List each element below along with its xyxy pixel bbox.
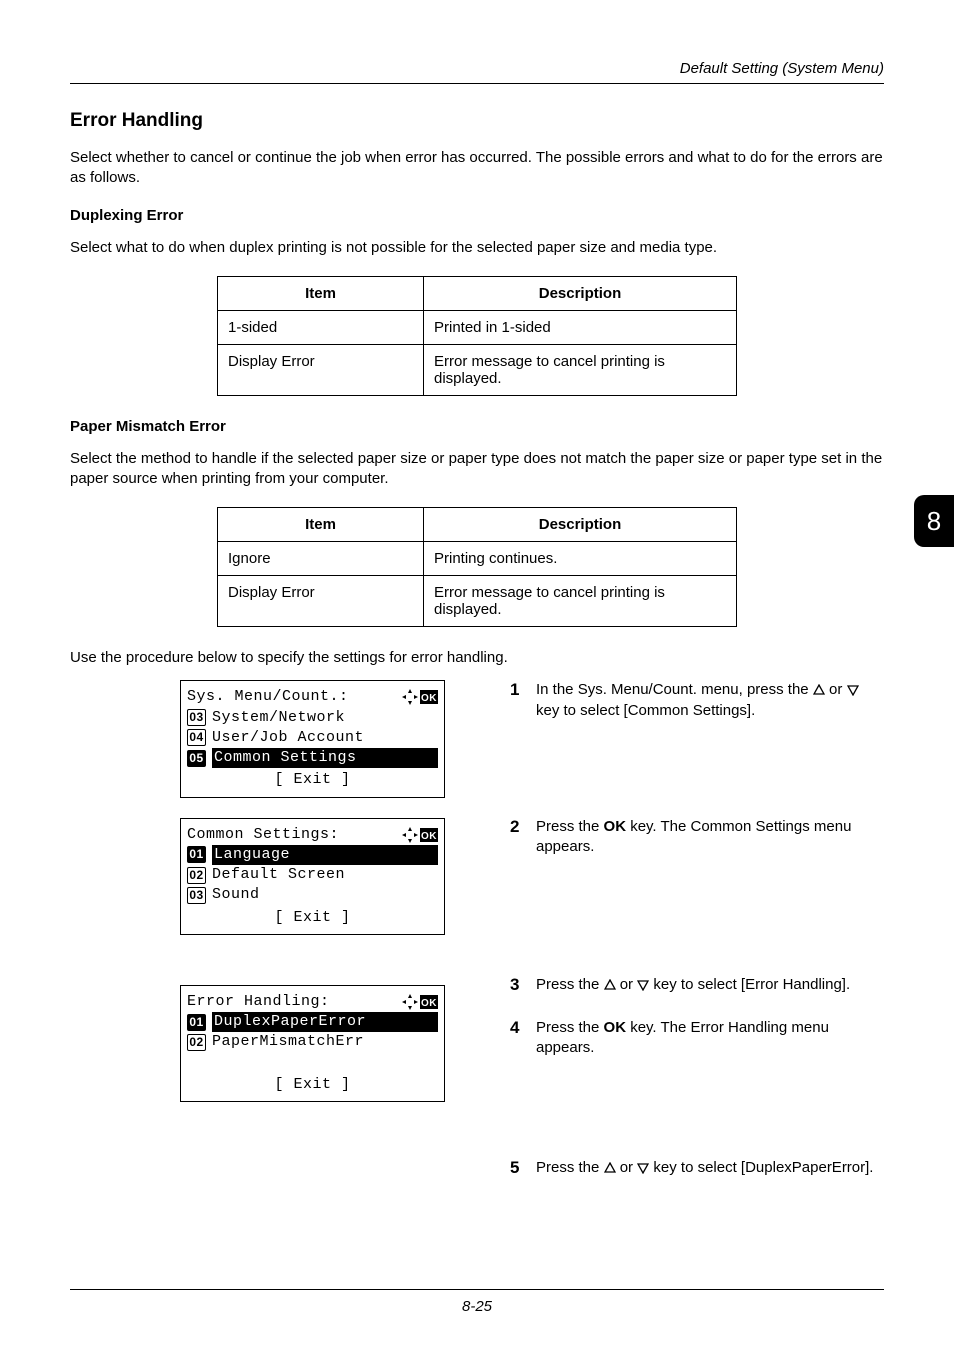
step-text: Press the xyxy=(536,1019,604,1036)
up-triangle-icon xyxy=(604,979,616,991)
ok-key-label: OK xyxy=(604,818,627,835)
lcd-title: Common Settings: xyxy=(187,825,402,845)
svg-text:OK: OK xyxy=(421,693,437,704)
menu-item: System/Network xyxy=(212,708,345,728)
menu-index: 01 xyxy=(187,1014,206,1031)
lcd-common-settings: Common Settings: OK 01 Language 02 Default… xyxy=(180,818,445,935)
cell: Display Error xyxy=(218,576,424,627)
ok-icon: OK xyxy=(420,995,438,1009)
lcd-title: Error Handling: xyxy=(187,992,402,1012)
section-title: Error Handling xyxy=(70,110,884,132)
menu-index: 01 xyxy=(187,846,206,863)
dpad-icon xyxy=(402,689,418,705)
down-triangle-icon xyxy=(847,684,859,696)
lcd-sys-menu: Sys. Menu/Count.: OK 03 System/Network 04… xyxy=(180,680,445,797)
mismatch-table: Item Description Ignore Printing continu… xyxy=(217,507,737,627)
cell: 1-sided xyxy=(218,310,424,344)
down-triangle-icon xyxy=(637,979,649,991)
step-text: or xyxy=(616,1159,638,1176)
lcd-error-handling: Error Handling: OK 01 DuplexPaperError 02… xyxy=(180,985,445,1102)
step-text: or xyxy=(616,976,638,993)
step-number: 3 xyxy=(510,975,536,995)
dpad-icon xyxy=(402,827,418,843)
duplexing-para: Select what to do when duplex printing i… xyxy=(70,238,884,258)
th-item: Item xyxy=(218,276,424,310)
step-text: key to select [Error Handling]. xyxy=(649,976,850,993)
cell: Display Error xyxy=(218,344,424,395)
step-2: 2 Press the OK key. The Common Settings … xyxy=(510,817,884,858)
procedure-intro: Use the procedure below to specify the s… xyxy=(70,649,884,666)
menu-item: PaperMismatchErr xyxy=(212,1032,364,1052)
step-3: 3 Press the or key to select [Error Hand… xyxy=(510,975,884,995)
lcd-footer: [ Exit ] xyxy=(187,906,438,928)
cell: Error message to cancel printing is disp… xyxy=(424,344,737,395)
up-triangle-icon xyxy=(604,1162,616,1174)
mismatch-heading: Paper Mismatch Error xyxy=(70,418,884,435)
menu-index: 05 xyxy=(187,750,206,767)
footer-rule xyxy=(70,1289,884,1290)
cell: Ignore xyxy=(218,542,424,576)
menu-item-selected: Common Settings xyxy=(212,748,438,768)
page-number: 8-25 xyxy=(462,1298,492,1315)
menu-item-selected: Language xyxy=(212,845,438,865)
step-5: 5 Press the or key to select [DuplexPape… xyxy=(510,1158,884,1178)
lcd-footer: [ Exit ] xyxy=(187,768,438,790)
ok-icon: OK xyxy=(420,828,438,842)
dpad-icon xyxy=(402,994,418,1010)
menu-index: 04 xyxy=(187,729,206,746)
ok-icon: OK xyxy=(420,690,438,704)
lcd-title: Sys. Menu/Count.: xyxy=(187,687,402,707)
chapter-tab: 8 xyxy=(914,495,954,547)
header-section-path: Default Setting (System Menu) xyxy=(70,60,884,77)
menu-index: 02 xyxy=(187,1034,206,1051)
menu-item: Default Screen xyxy=(212,865,345,885)
th-desc: Description xyxy=(424,508,737,542)
step-1: 1 In the Sys. Menu/Count. menu, press th… xyxy=(510,680,884,721)
intro-para: Select whether to cancel or continue the… xyxy=(70,148,884,189)
up-triangle-icon xyxy=(813,684,825,696)
th-item: Item xyxy=(218,508,424,542)
menu-index: 03 xyxy=(187,887,206,904)
mismatch-para: Select the method to handle if the selec… xyxy=(70,449,884,490)
duplexing-heading: Duplexing Error xyxy=(70,207,884,224)
ok-key-label: OK xyxy=(604,1019,627,1036)
step-text: In the Sys. Menu/Count. menu, press the xyxy=(536,681,813,698)
cell: Error message to cancel printing is disp… xyxy=(424,576,737,627)
menu-index: 02 xyxy=(187,867,206,884)
step-number: 5 xyxy=(510,1158,536,1178)
step-text: key to select [DuplexPaperError]. xyxy=(649,1159,873,1176)
step-number: 1 xyxy=(510,680,536,721)
step-text: Press the xyxy=(536,976,604,993)
step-text: or xyxy=(825,681,847,698)
svg-text:OK: OK xyxy=(421,831,437,842)
cell: Printed in 1-sided xyxy=(424,310,737,344)
menu-item: Sound xyxy=(212,885,260,905)
th-desc: Description xyxy=(424,276,737,310)
step-number: 2 xyxy=(510,817,536,858)
step-text: Press the xyxy=(536,1159,604,1176)
menu-item: User/Job Account xyxy=(212,728,364,748)
svg-text:OK: OK xyxy=(421,998,437,1009)
step-4: 4 Press the OK key. The Error Handling m… xyxy=(510,1018,884,1059)
step-number: 4 xyxy=(510,1018,536,1059)
cell: Printing continues. xyxy=(424,542,737,576)
step-text: key to select [Common Settings]. xyxy=(536,702,755,719)
menu-item-selected: DuplexPaperError xyxy=(212,1012,438,1032)
lcd-footer: [ Exit ] xyxy=(187,1073,438,1095)
menu-index: 03 xyxy=(187,709,206,726)
down-triangle-icon xyxy=(637,1162,649,1174)
step-text: Press the xyxy=(536,818,604,835)
duplexing-table: Item Description 1-sided Printed in 1-si… xyxy=(217,276,737,396)
header-rule xyxy=(70,83,884,84)
